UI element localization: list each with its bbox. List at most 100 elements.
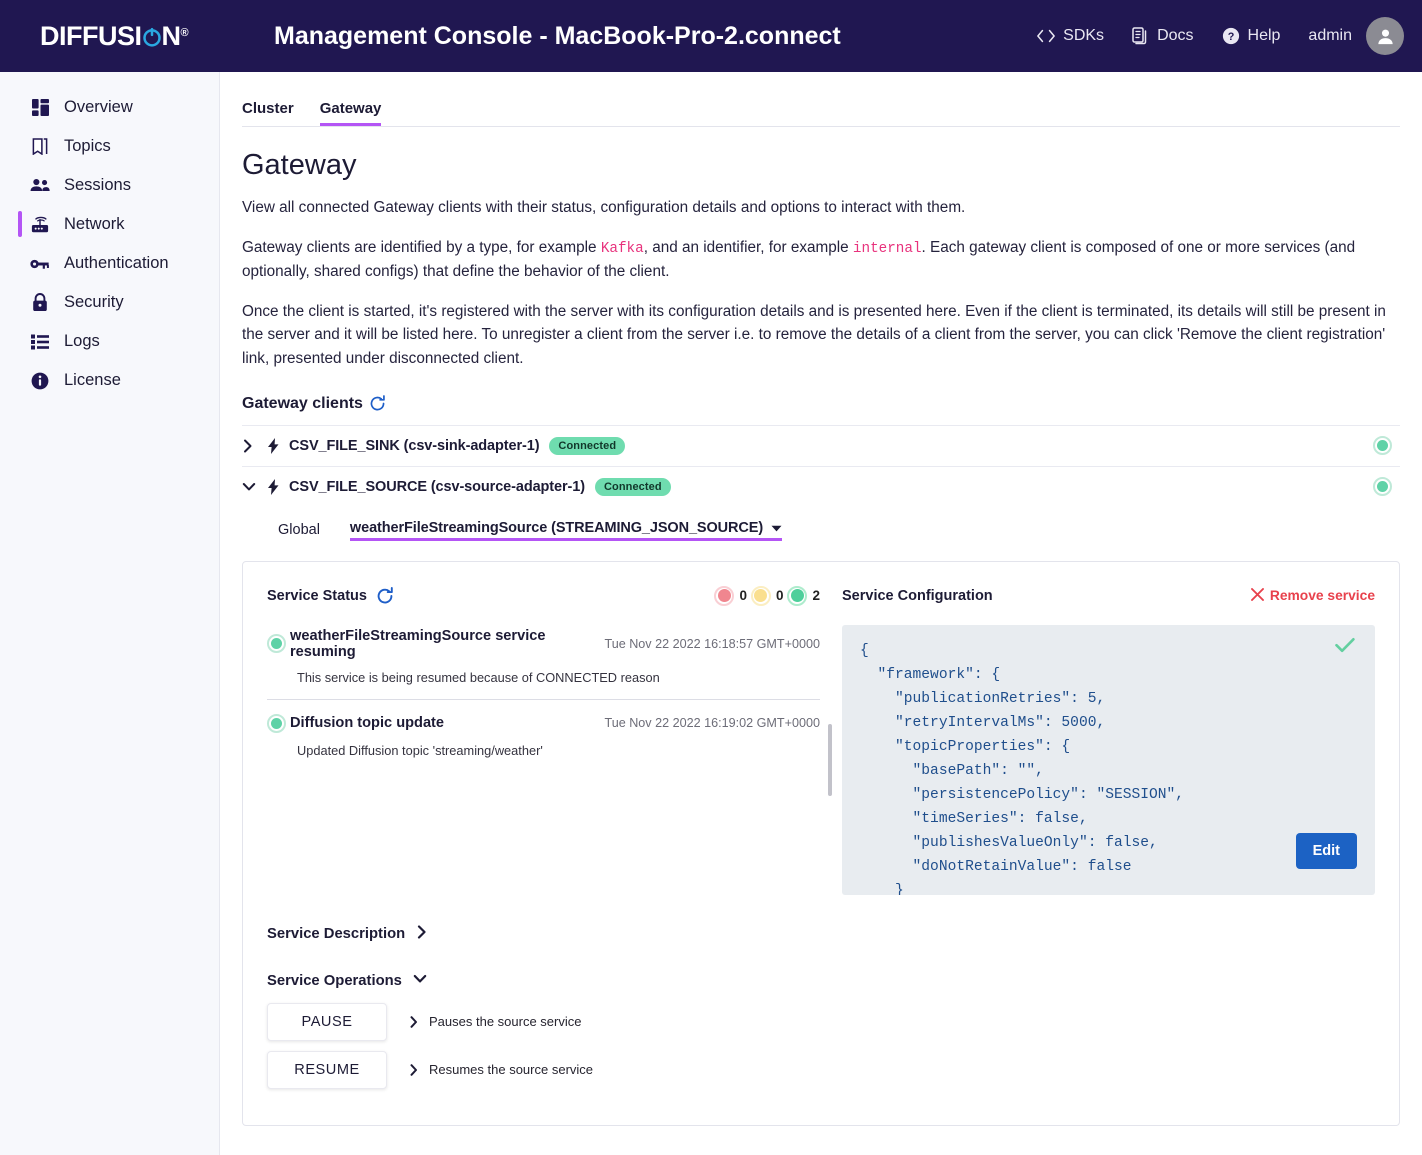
status-event-title: weatherFileStreamingSource service resum… [290,628,604,660]
counter-value: 0 [739,588,747,603]
status-counters: 0 0 2 [714,586,820,606]
sidebar-item-label: Topics [64,137,111,156]
sidebar-item-security[interactable]: Security [0,283,219,322]
client-name: CSV_FILE_SINK (csv-sink-adapter-1) [289,438,539,454]
gateway-clients-label: Gateway clients [242,395,363,413]
scope-label: Global [278,522,320,538]
document-icon [1132,27,1149,46]
resume-button[interactable]: RESUME [267,1051,387,1089]
service-operations-toggle[interactable]: Service Operations [267,973,1375,989]
connection-indicator-icon [1373,477,1392,496]
app-title: Management Console - MacBook-Pro-2.conne… [274,22,841,51]
tab-gateway[interactable]: Gateway [320,100,382,126]
top-nav: SDKs Docs ? Help admin [1037,17,1404,55]
ok-dot-icon [787,586,807,606]
top-header-bar: DIFFUSI N® Management Console - MacBook-… [0,0,1422,72]
sidebar-item-topics[interactable]: Topics [0,127,219,166]
sidebar-item-label: Authentication [64,254,169,273]
user-menu[interactable]: admin [1308,17,1404,55]
sidebar-item-overview[interactable]: Overview [0,88,219,127]
sidebar-item-logs[interactable]: Logs [0,322,219,361]
service-configuration-json: { "framework": { "publicationRetries": 5… [860,639,1357,895]
dashboard-icon [30,99,50,116]
status-event-description: This service is being resumed because of… [297,670,820,685]
service-dropdown[interactable]: weatherFileStreamingSource (STREAMING_JS… [350,520,782,541]
counter-warning: 0 [751,586,784,606]
error-dot-icon [714,586,734,606]
service-configuration-title: Service Configuration [842,588,993,604]
operation-description: Pauses the source service [409,1014,581,1029]
sidebar-item-label: License [64,371,121,390]
service-operations-list: PAUSE Pauses the source service RESUME [267,1003,1375,1089]
status-event-timestamp: Tue Nov 22 2022 16:19:02 GMT+0000 [604,716,820,730]
main-content: Cluster Gateway Gateway View all connect… [220,72,1422,1155]
refresh-icon[interactable] [376,587,394,605]
nav-sdks[interactable]: SDKs [1037,27,1104,45]
nav-docs[interactable]: Docs [1132,27,1193,46]
status-event-item: Diffusion topic update Tue Nov 22 2022 1… [267,699,820,772]
counter-error: 0 [714,586,747,606]
sidebar-item-label: Sessions [64,176,131,195]
chevron-down-icon[interactable] [242,481,258,493]
sidebar-item-network[interactable]: Network [0,205,219,244]
avatar[interactable] [1366,17,1404,55]
operation-description-label: Pauses the source service [429,1014,581,1029]
status-list-scrollbar[interactable] [828,724,832,796]
sidebar: Overview Topics Sessions [0,72,220,1155]
nav-docs-label: Docs [1157,27,1193,45]
service-dropdown-value: weatherFileStreamingSource (STREAMING_JS… [350,520,763,536]
gateway-client-row[interactable]: CSV_FILE_SINK (csv-sink-adapter-1) Conne… [242,425,1400,466]
remove-service-button[interactable]: Remove service [1251,588,1375,604]
remove-service-label: Remove service [1270,588,1375,603]
code-kafka: Kafka [601,241,644,257]
sidebar-item-authentication[interactable]: Authentication [0,244,219,283]
status-event-title: Diffusion topic update [290,715,444,731]
page-paragraph-3: Once the client is started, it's registe… [242,300,1400,371]
chevron-right-icon [416,925,428,943]
router-icon [30,216,50,234]
lock-icon [30,293,50,312]
check-icon [1335,635,1355,659]
power-icon [142,21,162,52]
close-x-icon [1251,588,1264,604]
ok-dot-icon [267,714,286,733]
service-selector-row: Global weatherFileStreamingSource (STREA… [242,507,1400,553]
code-internal: internal [853,241,922,257]
refresh-icon[interactable] [369,395,386,412]
chevron-right-icon[interactable] [242,439,258,453]
edit-button[interactable]: Edit [1296,833,1357,869]
service-configuration-panel: Service Configuration Remove service [842,584,1375,895]
status-event-timestamp: Tue Nov 22 2022 16:18:57 GMT+0000 [604,637,820,651]
counter-value: 0 [776,588,784,603]
service-status-title: Service Status [267,588,367,604]
sidebar-item-label: Security [64,293,124,312]
page-title: Gateway [242,149,1400,182]
page-intro: View all connected Gateway clients with … [242,196,1400,220]
service-detail-card: Service Status 0 [242,561,1400,1126]
status-event-item: weatherFileStreamingSource service resum… [267,628,820,699]
pause-button[interactable]: PAUSE [267,1003,387,1041]
question-circle-icon: ? [1222,27,1240,45]
ok-dot-icon [267,634,286,653]
service-configuration-header: Service Configuration Remove service [842,584,1375,608]
logo-text-tail: N [162,21,181,52]
sidebar-item-license[interactable]: License [0,361,219,400]
service-status-panel: Service Status 0 [267,584,842,895]
svg-text:?: ? [1227,31,1234,43]
sidebar-item-label: Overview [64,98,133,117]
operation-row: PAUSE Pauses the source service [267,1003,1375,1041]
app-shell: Overview Topics Sessions [0,72,1422,1155]
status-badge: Connected [595,478,671,496]
service-description-label: Service Description [267,926,405,942]
nav-help-label: Help [1248,27,1281,45]
chevron-right-icon [409,1016,419,1028]
nav-help[interactable]: ? Help [1222,27,1281,45]
username-label: admin [1308,27,1352,45]
service-description-toggle[interactable]: Service Description [267,925,1375,943]
operation-description-label: Resumes the source service [429,1062,593,1077]
gateway-client-row[interactable]: CSV_FILE_SOURCE (csv-source-adapter-1) C… [242,466,1400,507]
service-configuration-editor[interactable]: { "framework": { "publicationRetries": 5… [842,625,1375,895]
sidebar-item-sessions[interactable]: Sessions [0,166,219,205]
tab-cluster[interactable]: Cluster [242,100,294,126]
warning-dot-icon [751,586,771,606]
